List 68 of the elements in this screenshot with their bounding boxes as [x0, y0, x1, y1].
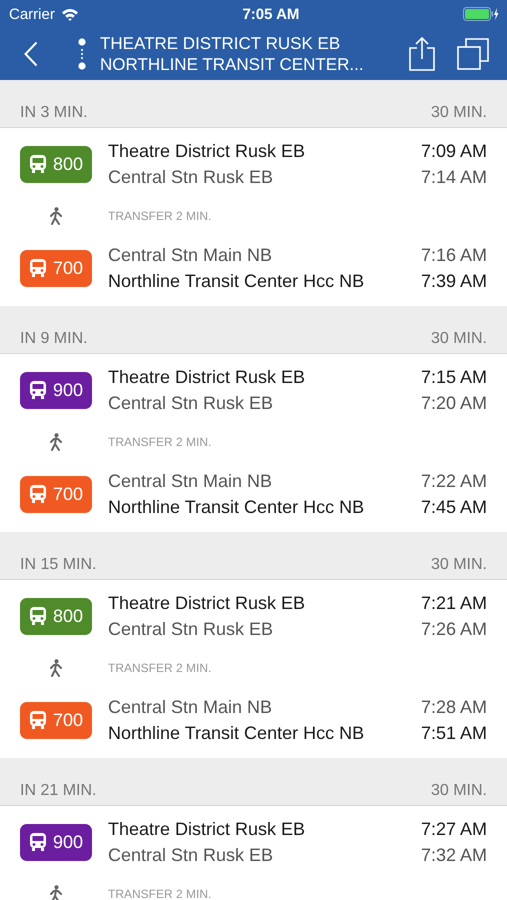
- stop-time: 7:26 AM: [420, 618, 487, 641]
- trip-duration: 30 MIN.: [430, 330, 487, 348]
- bus-icon: [28, 484, 47, 504]
- trip-duration: 30 MIN.: [430, 556, 487, 574]
- departure-time: IN 15 MIN.: [20, 556, 96, 574]
- stop-time: 7:09 AM: [420, 140, 487, 163]
- route-badge: 700: [20, 702, 92, 738]
- stop-time: 7:21 AM: [420, 592, 487, 615]
- share-button[interactable]: [409, 37, 435, 71]
- stop-name: Central Stn Main NB: [108, 470, 272, 493]
- departure-time: IN 21 MIN.: [20, 782, 96, 800]
- stop-name: Northline Transit Center Hcc NB: [108, 270, 364, 293]
- copy-button[interactable]: [457, 38, 489, 70]
- destination-title: NORTHLINE TRANSIT CENTER...: [100, 54, 365, 75]
- bus-icon: [28, 380, 47, 400]
- status-time: 7:05 AM: [242, 6, 300, 22]
- origin-title: THEATRE DISTRICT RUSK EB: [100, 33, 342, 54]
- departure-time: IN 9 MIN.: [20, 330, 88, 348]
- stop-time: 7:39 AM: [420, 270, 487, 293]
- walking-person-icon: [49, 659, 63, 677]
- stop-name: Central Stn Rusk EB: [108, 844, 274, 867]
- bus-icon: [28, 154, 47, 174]
- carrier-name: Carrier: [9, 6, 55, 22]
- wifi-icon: [60, 8, 79, 20]
- stop-name: Central Stn Main NB: [108, 244, 272, 267]
- stop-time: 7:45 AM: [420, 496, 487, 519]
- departure-time: IN 3 MIN.: [20, 104, 88, 122]
- battery-icon: [463, 7, 499, 21]
- stop-time: 7:15 AM: [420, 366, 487, 389]
- stop-name: Central Stn Rusk EB: [108, 166, 274, 189]
- route-badge: 800: [20, 598, 92, 634]
- walking-person-icon: [49, 207, 63, 225]
- stop-time: 7:28 AM: [420, 696, 487, 719]
- trip-duration: 30 MIN.: [430, 104, 487, 122]
- stop-time: 7:27 AM: [420, 818, 487, 841]
- walking-person-icon: [49, 885, 63, 900]
- bus-icon: [28, 710, 47, 730]
- stop-name: Northline Transit Center Hcc NB: [108, 496, 364, 519]
- bus-icon: [28, 258, 47, 278]
- transfer-text: TRANSFER 2 MIN.: [108, 661, 212, 675]
- route-icon: [78, 38, 86, 70]
- stop-time: 7:51 AM: [420, 722, 487, 745]
- stop-name: Theatre District Rusk EB: [108, 366, 306, 389]
- stop-time: 7:16 AM: [420, 244, 487, 267]
- route-badge: 900: [20, 824, 92, 860]
- stop-time: 7:32 AM: [420, 844, 487, 867]
- route-badge: 900: [20, 372, 92, 408]
- route-badge: 700: [20, 476, 92, 512]
- stop-name: Central Stn Main NB: [108, 696, 272, 719]
- stop-name: Theatre District Rusk EB: [108, 818, 306, 841]
- walking-person-icon: [49, 433, 63, 451]
- stop-name: Theatre District Rusk EB: [108, 592, 306, 615]
- stop-name: Northline Transit Center Hcc NB: [108, 722, 364, 745]
- route-badge: 700: [20, 250, 92, 286]
- stop-time: 7:14 AM: [420, 166, 487, 189]
- trip-duration: 30 MIN.: [430, 782, 487, 800]
- stop-time: 7:20 AM: [420, 392, 487, 415]
- stop-name: Central Stn Rusk EB: [108, 392, 274, 415]
- bus-icon: [28, 606, 47, 626]
- transfer-text: TRANSFER 2 MIN.: [108, 209, 212, 223]
- transfer-text: TRANSFER 2 MIN.: [108, 435, 212, 449]
- stop-time: 7:22 AM: [420, 470, 487, 493]
- route-badge: 800: [20, 146, 92, 182]
- back-button[interactable]: [24, 41, 38, 67]
- stop-name: Theatre District Rusk EB: [108, 140, 306, 163]
- stop-name: Central Stn Rusk EB: [108, 618, 274, 641]
- transfer-text: TRANSFER 2 MIN.: [108, 887, 212, 900]
- bus-icon: [28, 832, 47, 852]
